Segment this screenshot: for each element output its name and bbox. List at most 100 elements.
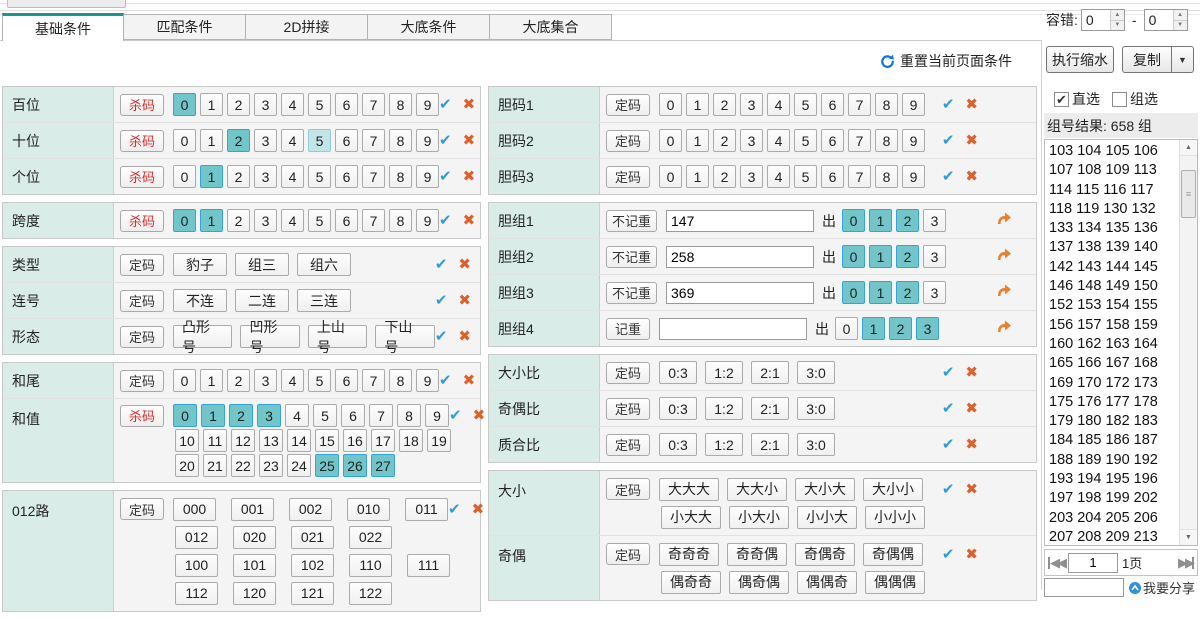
option-11[interactable]: 11: [203, 429, 227, 452]
option-14[interactable]: 14: [287, 429, 311, 452]
option-3[interactable]: 3: [740, 93, 763, 116]
option-2[interactable]: 2: [896, 209, 919, 232]
tab-basic[interactable]: 基础条件: [2, 13, 124, 41]
big-small-ratio-mode-button[interactable]: 定码: [606, 362, 650, 384]
option-16[interactable]: 16: [343, 429, 367, 452]
option-0[interactable]: 0: [842, 281, 865, 304]
copy-dropdown-button[interactable]: ▼: [1172, 46, 1194, 73]
odd-even-ratio-mode-button[interactable]: 定码: [606, 398, 650, 420]
option-112[interactable]: 112: [175, 582, 218, 605]
option-1[interactable]: 1: [686, 165, 709, 188]
option-1[interactable]: 1: [869, 209, 892, 232]
option-4[interactable]: 4: [281, 93, 304, 116]
option-122[interactable]: 122: [349, 582, 392, 605]
confirm-icon[interactable]: ✔: [435, 257, 448, 272]
option-2[interactable]: 2: [713, 165, 736, 188]
clear-icon[interactable]: ✖: [472, 502, 485, 517]
option-21[interactable]: 21: [203, 454, 227, 477]
option-2[interactable]: 2: [227, 93, 250, 116]
confirm-icon[interactable]: ✔: [942, 401, 955, 416]
option-4[interactable]: 4: [281, 209, 304, 232]
option-1[interactable]: 1: [862, 317, 885, 340]
option-2:1[interactable]: 2:1: [751, 397, 789, 420]
confirm-icon[interactable]: ✔: [439, 213, 452, 228]
option-7[interactable]: 7: [369, 404, 393, 427]
option-2[interactable]: 2: [227, 165, 250, 188]
scrollbar-up-icon[interactable]: ▲: [1180, 140, 1197, 156]
option-5[interactable]: 5: [308, 129, 331, 152]
option-9[interactable]: 9: [416, 369, 439, 392]
option-010[interactable]: 010: [347, 498, 390, 521]
group-select-label[interactable]: 组选: [1130, 89, 1158, 109]
option-8[interactable]: 8: [875, 93, 898, 116]
confirm-icon[interactable]: ✔: [439, 133, 452, 148]
clear-icon[interactable]: ✖: [965, 437, 978, 452]
first-page-button[interactable]: ◀◀: [1048, 555, 1064, 571]
option-2[interactable]: 2: [227, 129, 250, 152]
option-9[interactable]: 9: [902, 93, 925, 116]
option-0[interactable]: 0: [173, 93, 196, 116]
option-020[interactable]: 020: [233, 526, 276, 549]
option-奇奇奇[interactable]: 奇奇奇: [659, 543, 719, 566]
consecutive-mode-button[interactable]: 定码: [120, 290, 164, 312]
option-20[interactable]: 20: [175, 454, 199, 477]
option-豹子[interactable]: 豹子: [173, 253, 227, 276]
option-奇奇偶[interactable]: 奇奇偶: [727, 543, 787, 566]
option-0[interactable]: 0: [173, 369, 196, 392]
option-5[interactable]: 5: [794, 93, 817, 116]
big-small-mode-button[interactable]: 定码: [606, 478, 650, 500]
option-4[interactable]: 4: [767, 129, 790, 152]
copy-button[interactable]: 复制: [1122, 46, 1172, 73]
option-2[interactable]: 2: [227, 209, 250, 232]
option-6[interactable]: 6: [821, 93, 844, 116]
option-9[interactable]: 9: [416, 129, 439, 152]
option-8[interactable]: 8: [389, 165, 412, 188]
clear-icon[interactable]: ✖: [473, 408, 486, 423]
page-input[interactable]: [1068, 553, 1118, 573]
option-7[interactable]: 7: [362, 369, 385, 392]
option-0[interactable]: 0: [659, 165, 682, 188]
group-select-checkbox[interactable]: [1112, 92, 1127, 107]
clear-icon[interactable]: ✖: [458, 257, 471, 272]
option-0[interactable]: 0: [173, 404, 197, 427]
clear-icon[interactable]: ✖: [965, 482, 978, 497]
option-2[interactable]: 2: [896, 281, 919, 304]
execute-shrink-button[interactable]: 执行缩水: [1046, 46, 1114, 73]
option-27[interactable]: 27: [371, 454, 395, 477]
tab-2d-splice[interactable]: 2D拼接: [246, 14, 368, 40]
option-下山号[interactable]: 下山号: [375, 325, 434, 348]
option-102[interactable]: 102: [291, 554, 334, 577]
scrollbar-thumb[interactable]: ≡: [1181, 170, 1196, 218]
option-101[interactable]: 101: [233, 554, 276, 577]
clear-icon[interactable]: ✖: [458, 293, 471, 308]
option-0[interactable]: 0: [842, 245, 865, 268]
option-111[interactable]: 111: [407, 554, 450, 577]
danzu-4-input[interactable]: [659, 318, 807, 340]
confirm-icon[interactable]: ✔: [435, 329, 448, 344]
option-3[interactable]: 3: [254, 93, 277, 116]
option-3:0[interactable]: 3:0: [797, 433, 835, 456]
danma-3-mode-button[interactable]: 定码: [606, 166, 650, 188]
option-2:1[interactable]: 2:1: [751, 361, 789, 384]
clear-icon[interactable]: ✖: [965, 97, 978, 112]
share-link[interactable]: 我要分享: [1129, 578, 1195, 597]
tab-pool-set[interactable]: 大底集合: [490, 14, 612, 40]
option-18[interactable]: 18: [399, 429, 423, 452]
last-page-button[interactable]: ▶▶: [1178, 555, 1194, 571]
danzu-3-input[interactable]: [666, 282, 814, 304]
option-24[interactable]: 24: [287, 454, 311, 477]
tolerance-from-value[interactable]: 0: [1082, 10, 1110, 30]
option-4[interactable]: 4: [281, 129, 304, 152]
option-偶奇奇[interactable]: 偶奇奇: [661, 571, 721, 594]
option-偶偶奇[interactable]: 偶偶奇: [797, 571, 857, 594]
option-002[interactable]: 002: [289, 498, 332, 521]
confirm-icon[interactable]: ✔: [449, 408, 462, 423]
clear-icon[interactable]: ✖: [463, 373, 476, 388]
option-大小大[interactable]: 大小大: [795, 478, 855, 501]
option-121[interactable]: 121: [291, 582, 334, 605]
danzu-2-mode-button[interactable]: 不记重: [606, 246, 657, 268]
option-7[interactable]: 7: [362, 165, 385, 188]
option-2[interactable]: 2: [713, 93, 736, 116]
option-6[interactable]: 6: [341, 404, 365, 427]
option-9[interactable]: 9: [416, 93, 439, 116]
